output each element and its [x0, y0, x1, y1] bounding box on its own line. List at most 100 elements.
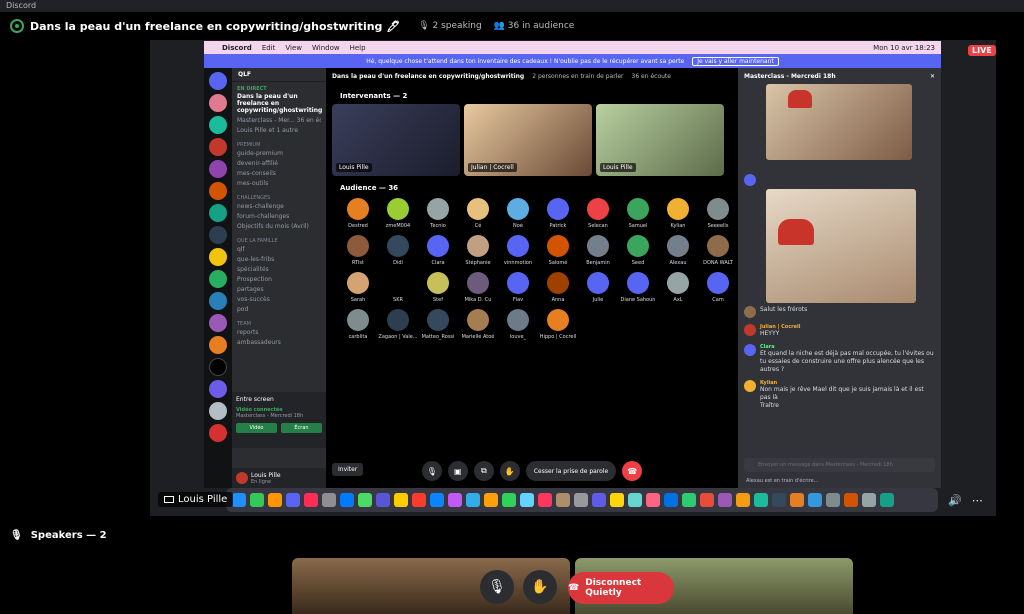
avatar [427, 309, 449, 331]
hand-icon: ✋ [499, 461, 520, 481]
avatar [587, 198, 609, 220]
avatar [547, 272, 569, 294]
volume-icon[interactable]: 🔊 [948, 494, 962, 507]
leave-icon: ☎ [622, 461, 643, 481]
chat-input: Envoyer un message dans Masterclass - Me… [744, 458, 935, 472]
avatar [547, 235, 569, 257]
dock-app-icon [700, 493, 714, 507]
avatar [427, 272, 449, 294]
stage-header: Dans la peau d'un freelance en copywriti… [0, 12, 1024, 40]
avatar [427, 235, 449, 257]
chat-image [766, 84, 912, 160]
audience-name: Anna [551, 297, 565, 303]
avatar [467, 309, 489, 331]
audience-member: Noé [498, 198, 538, 229]
audience-member: Selecan [578, 198, 618, 229]
server-list [204, 68, 232, 488]
stream-user-label: Louis Pille [158, 492, 234, 507]
audience-member: Matteo_Rossi [418, 309, 458, 340]
audience-name: DONA WALT [703, 260, 733, 266]
speaker-tile: Louis Pille [596, 104, 724, 176]
stage-view-title: Dans la peau d'un freelance en copywriti… [332, 72, 525, 80]
notice-text: Hé, quelque chose t'attend dans ton inve… [366, 57, 685, 65]
server-icon [209, 248, 227, 266]
audience-member: Hippo | Cocrell [538, 309, 578, 340]
more-icon[interactable]: ⋯ [972, 494, 983, 507]
dock-app-icon [286, 493, 300, 507]
message-text: Non mais je rêve Mael dit que je suis ja… [760, 386, 924, 401]
avatar [667, 272, 689, 294]
end-speaking-button: Cesser la prise de parole [525, 461, 617, 481]
dock-app-icon [268, 493, 282, 507]
avatar [744, 344, 756, 356]
channel-item: news-challenge [237, 203, 284, 210]
audience-grid: Destred zmeM004 Tecnio Cé Noé Patrick Selecan S… [326, 196, 738, 340]
phone-icon: ☎ [568, 583, 580, 593]
audience-name: louve_ [509, 334, 527, 340]
avatar [347, 309, 369, 331]
dock-app-icon [484, 493, 498, 507]
channel-category: TEAM [237, 321, 251, 327]
avatar [707, 235, 729, 257]
audience-member: Destred [338, 198, 378, 229]
chat-title: Masterclass - Mercredi 18h [744, 72, 836, 80]
dock-app-icon [790, 493, 804, 507]
audience-name: vinnmotion [503, 260, 533, 266]
avatar [507, 272, 529, 294]
channel-category: CHALLENGES [237, 195, 271, 201]
audience-member: Seeeells [698, 198, 738, 229]
server-icon [209, 94, 227, 112]
dock-app-icon [880, 493, 894, 507]
screen-share-icon: ⧉ [473, 461, 494, 481]
user-panel: Louis Pille En ligne [232, 468, 326, 488]
audience-name: Seed [631, 260, 645, 266]
audience-name: Stef [433, 297, 443, 303]
avatar [707, 272, 729, 294]
menu-edit: Edit [261, 43, 276, 52]
channel-item: mes-outils [237, 180, 269, 187]
stage-controls: 🎙 ▣ ⧉ ✋ Cesser la prise de parole ☎ [326, 460, 738, 482]
dock-app-icon [754, 493, 768, 507]
audience-member: Sarah [338, 272, 378, 303]
audience-name: Alexau [669, 260, 687, 266]
avatar [587, 272, 609, 294]
notice-button: Je vais y aller maintenant [692, 56, 779, 66]
dock-app-icon [376, 493, 390, 507]
audience-member: DONA WALT [698, 235, 738, 266]
raise-hand-button[interactable]: ✋ [523, 570, 557, 604]
speakers-section: Intervenants — 2 [340, 92, 408, 100]
avatar [667, 235, 689, 257]
audience-name: Seeeells [707, 223, 729, 229]
audience-name: AxL [673, 297, 683, 303]
avatar [507, 309, 529, 331]
audience-name: RTist [352, 260, 364, 266]
window-title: Discord [6, 1, 37, 10]
dock-app-icon [628, 493, 642, 507]
speakers-header: 🎙 Speakers — 2 [10, 530, 107, 541]
server-icon [209, 204, 227, 222]
audience-name: Noé [513, 223, 523, 229]
server-icon [209, 138, 227, 156]
channel-item: guide-premium [237, 150, 283, 157]
menu-window: Window [312, 43, 340, 52]
avatar [744, 174, 756, 186]
menu-view: View [285, 43, 302, 52]
event-host: Louis Pille et 1 autre [237, 127, 299, 134]
avatar [627, 272, 649, 294]
audience-member: Flav [498, 272, 538, 303]
avatar [744, 324, 756, 336]
mute-button[interactable]: 🎙 [480, 570, 514, 604]
voice-label: Entre screen [236, 396, 274, 403]
audience-member: AxL [658, 272, 698, 303]
dock-app-icon [862, 493, 876, 507]
disconnect-button[interactable]: ☎ Disconnect Quietly [568, 572, 674, 604]
os-titlebar: Discord [0, 0, 1024, 12]
audience-member: Benjamin [578, 235, 618, 266]
dock-app-icon [358, 493, 372, 507]
server-icon [209, 314, 227, 332]
stage-chat: Masterclass - Mercredi 18h ✕ Salut les fr… [738, 68, 941, 488]
stage-channel-icon [10, 19, 24, 33]
event-meta: Masterclass - Mer... 36 en écoute [237, 117, 321, 124]
message-text: Et quand la niche est déjà pas mal occup… [760, 350, 934, 373]
channel-item: vos-succès [237, 296, 270, 303]
